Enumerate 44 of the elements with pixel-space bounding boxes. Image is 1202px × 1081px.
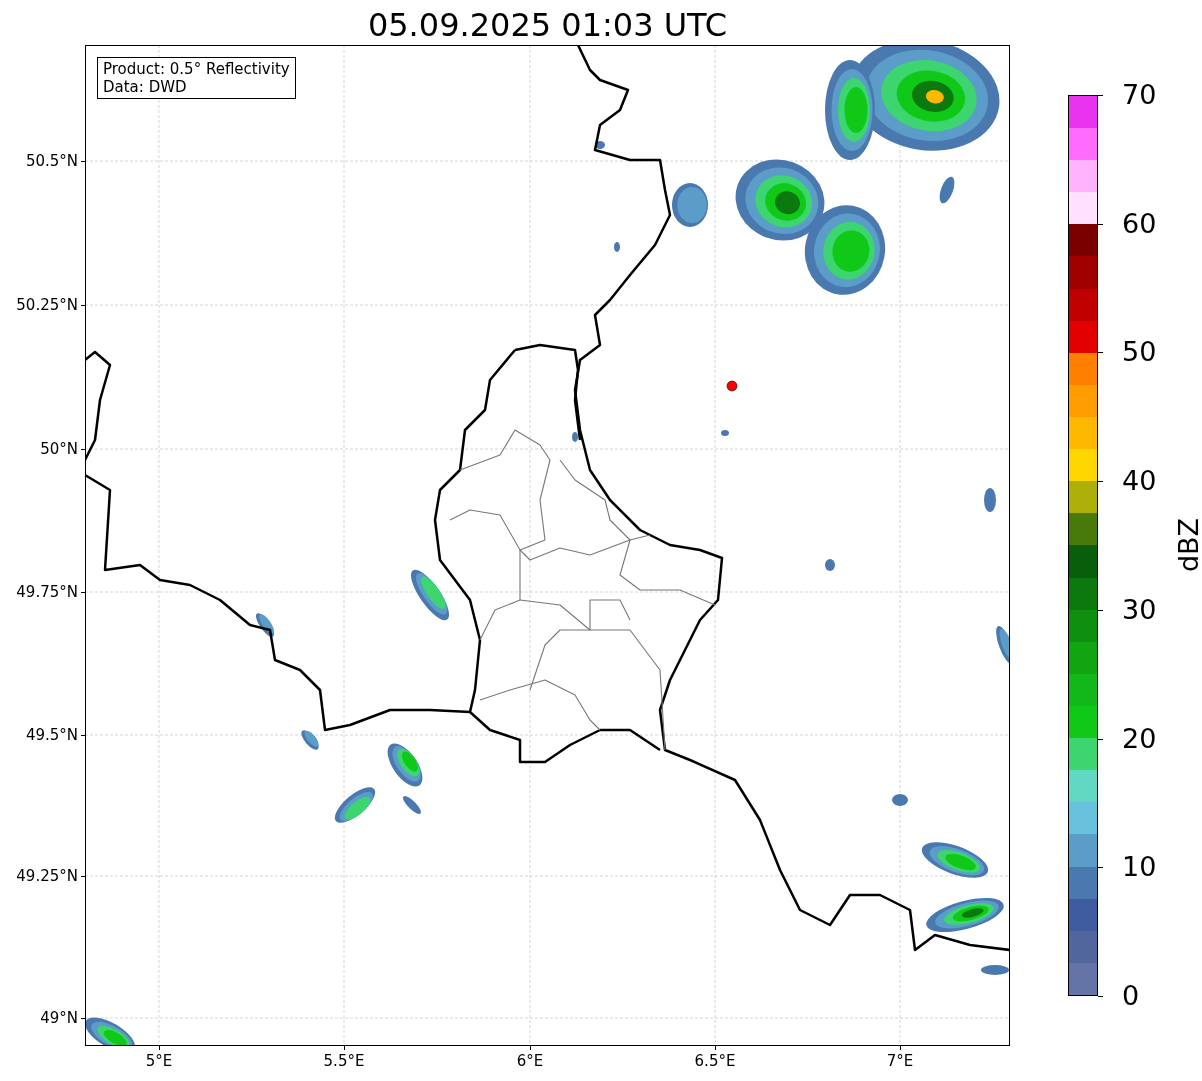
colorbar-tick-label: 60	[1122, 208, 1157, 239]
radar-echo	[410, 569, 450, 621]
radar-echo	[334, 787, 376, 823]
radar-echo	[614, 242, 620, 252]
colorbar-tick-label: 70	[1122, 80, 1157, 110]
radar-echo	[825, 559, 835, 571]
axis-tick-label: 5°E	[145, 1052, 173, 1070]
axis-tick-label: 49.75°N	[16, 583, 78, 601]
colorbar-tick-label: 30	[1122, 594, 1157, 625]
axis-tick-label: 49°N	[40, 1009, 78, 1027]
colorbar-tick-label: 10	[1122, 852, 1157, 883]
radar-echo	[403, 796, 421, 814]
radar-echo	[301, 730, 319, 750]
axis-tick-label: 50°N	[40, 440, 78, 458]
radar-site-marker	[726, 380, 738, 392]
chart-title: 05.09.2025 01:03 UTC	[366, 6, 729, 44]
radar-echo	[86, 1017, 135, 1045]
radar-echo	[721, 430, 729, 436]
radar-echo	[387, 743, 423, 787]
axis-tick-label: 49.5°N	[25, 726, 78, 744]
colorbar-tick-label: 20	[1122, 723, 1157, 754]
radar-echo	[939, 176, 955, 204]
radar-echo	[256, 613, 274, 637]
axis-tick-label: 6.5°E	[694, 1052, 736, 1070]
colorbar-tick-label: 0	[1122, 981, 1140, 1011]
radar-echo	[892, 794, 908, 806]
radar-echo	[572, 432, 578, 442]
axis-tick-label: 50.25°N	[16, 296, 78, 314]
colorbar-label: dBZ	[1174, 517, 1202, 573]
axis-tick-label: 50.5°N	[25, 152, 78, 170]
radar-echo	[996, 626, 1009, 664]
axis-tick-label: 6°E	[516, 1052, 544, 1070]
legend-text: Product: 0.5° Reflectivity	[103, 60, 290, 78]
axis-tick-label: 49.25°N	[16, 867, 78, 885]
legend-text: Data: DWD	[103, 78, 188, 96]
radar-echo	[981, 965, 1009, 975]
radar-echo	[595, 141, 605, 149]
colorbar-tick-label: 50	[1122, 337, 1157, 368]
colorbar-tick-label: 40	[1122, 466, 1157, 497]
radar-echo	[921, 842, 989, 878]
axis-tick-label: 5.5°E	[323, 1052, 365, 1070]
axis-tick-label: 7°E	[886, 1052, 914, 1070]
radar-echo	[984, 488, 996, 512]
radar-echo	[672, 183, 708, 227]
